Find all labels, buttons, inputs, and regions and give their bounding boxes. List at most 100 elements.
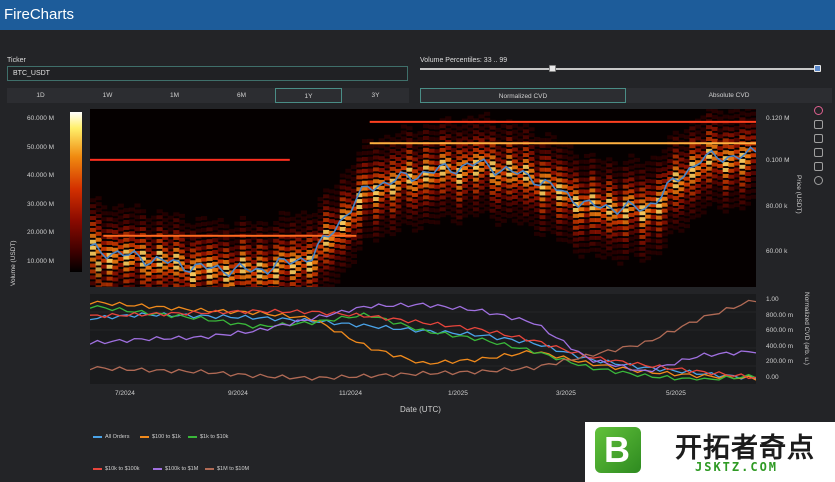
heatmap-cell — [423, 147, 430, 152]
heatmap-cell — [617, 226, 624, 231]
timeframe-6m-button[interactable]: 6M — [208, 88, 275, 103]
heatmap-cell — [633, 157, 641, 162]
heatmap-cell — [484, 194, 491, 199]
heatmap-cell — [206, 227, 213, 232]
heatmap-cell — [339, 191, 346, 196]
timeframe-1y-button[interactable]: 1Y — [275, 88, 342, 103]
heatmap-cell — [178, 255, 185, 260]
heatmap-cell — [539, 191, 546, 196]
timeframe-3y-button[interactable]: 3Y — [342, 88, 409, 103]
heatmap-cell — [173, 218, 180, 223]
legend-label: All Orders — [105, 434, 130, 440]
timeframe-1d-button[interactable]: 1D — [7, 88, 74, 103]
heatmap-cell — [561, 208, 568, 213]
heatmap-cell — [633, 252, 641, 257]
heatmap-cell — [694, 154, 702, 159]
pan-icon[interactable] — [814, 134, 823, 143]
legend-item[interactable]: All Orders — [93, 434, 129, 440]
legend-item[interactable]: $1k to $10k — [188, 434, 228, 440]
timeframe-1w-button[interactable]: 1W — [74, 88, 141, 103]
heatmap-cell — [145, 241, 152, 246]
heatmap-cell — [511, 194, 518, 199]
settings-icon[interactable] — [814, 176, 823, 185]
date-tick-label: 11/2024 — [339, 390, 363, 397]
heatmap-cell — [323, 265, 330, 270]
heatmap-cell — [534, 178, 541, 183]
volume-percentile-slider[interactable] — [420, 68, 820, 70]
heatmap-cell — [656, 174, 663, 179]
timeframe-1m-button[interactable]: 1M — [141, 88, 208, 103]
slider-handle-low[interactable] — [549, 65, 556, 72]
heatmap-cell — [239, 251, 246, 256]
volume-colorbar — [70, 112, 82, 272]
heatmap-cell — [461, 172, 468, 177]
heatmap-cell — [395, 216, 402, 221]
save-icon[interactable] — [814, 162, 823, 171]
heatmap-cell — [378, 209, 385, 214]
cvd-mode-normalized-button[interactable]: Normalized CVD — [420, 88, 626, 103]
heatmap-cell — [106, 241, 113, 246]
heatmap-cell — [178, 249, 185, 254]
heatmap-cell — [189, 284, 197, 287]
heatmap-cell — [445, 134, 452, 139]
heatmap-cell — [639, 193, 646, 198]
heatmap-cell — [672, 201, 679, 206]
heatmap-cell — [545, 215, 552, 220]
heatmap-cell — [234, 227, 241, 232]
color-icon[interactable] — [814, 106, 823, 115]
cvd-mode-absolute-button[interactable]: Absolute CVD — [626, 88, 832, 103]
heatmap-cell — [151, 227, 158, 232]
heatmap-cell — [278, 264, 285, 269]
heatmap-cell — [206, 251, 213, 256]
heatmap-cell — [578, 230, 585, 235]
heatmap-cell — [656, 156, 663, 161]
heatmap-cell — [550, 164, 557, 169]
heatmap-cell — [90, 221, 97, 226]
heatmap-cell — [95, 237, 102, 242]
heatmap-cell — [472, 183, 480, 188]
heatmap-cell — [539, 209, 546, 214]
heatmap-cell — [278, 282, 285, 287]
heatmap-cell — [689, 167, 696, 172]
heatmap-cell — [600, 219, 607, 224]
heatmap-cell — [495, 193, 502, 198]
heatmap-cell — [656, 162, 663, 167]
zoom-icon[interactable] — [814, 120, 823, 129]
heatmap-cell — [467, 210, 474, 215]
heatmap-cell — [711, 132, 718, 137]
cvd-panel[interactable] — [89, 294, 757, 384]
heatmap-cell — [373, 214, 380, 219]
heatmap-cell — [667, 147, 674, 152]
price-tick-label: 0.100 M — [766, 157, 790, 164]
heatmap-cell — [622, 226, 629, 231]
cvd-tick-label: 200.00 m — [766, 358, 794, 366]
heatmap-cell — [728, 180, 735, 185]
heatmap-cell — [428, 178, 435, 183]
heatmap-cell — [395, 162, 402, 167]
heatmap-cell — [306, 285, 313, 287]
heatmap-cell — [661, 238, 668, 243]
heatmap-cell — [184, 223, 191, 228]
heatmap-cell — [139, 244, 147, 249]
legend-item[interactable]: $10k to $100k — [93, 466, 140, 472]
heatmap-cell — [545, 221, 552, 226]
slider-handle-high[interactable] — [814, 65, 821, 72]
heatmap-cell — [678, 187, 685, 192]
heatmap-cell — [428, 154, 435, 159]
liquidity-heatmap[interactable] — [90, 109, 756, 287]
ticker-input[interactable]: BTC_USDT — [7, 66, 408, 81]
heatmap-cell — [323, 212, 330, 217]
heatmap-cell — [101, 223, 108, 228]
legend-item[interactable]: $100k to $1M — [153, 466, 198, 472]
reset-icon[interactable] — [814, 148, 823, 157]
heatmap-cell — [101, 276, 108, 281]
heatmap-cell — [411, 198, 419, 203]
heatmap-cell — [595, 176, 602, 181]
heatmap-cell — [661, 155, 668, 160]
heatmap-cell — [606, 234, 613, 239]
legend-item[interactable]: $1M to $10M — [205, 466, 249, 472]
heatmap-cell — [178, 213, 185, 218]
heatmap-cell — [511, 177, 518, 182]
heatmap-cell — [472, 124, 480, 129]
legend-item[interactable]: $100 to $1k — [140, 434, 181, 440]
